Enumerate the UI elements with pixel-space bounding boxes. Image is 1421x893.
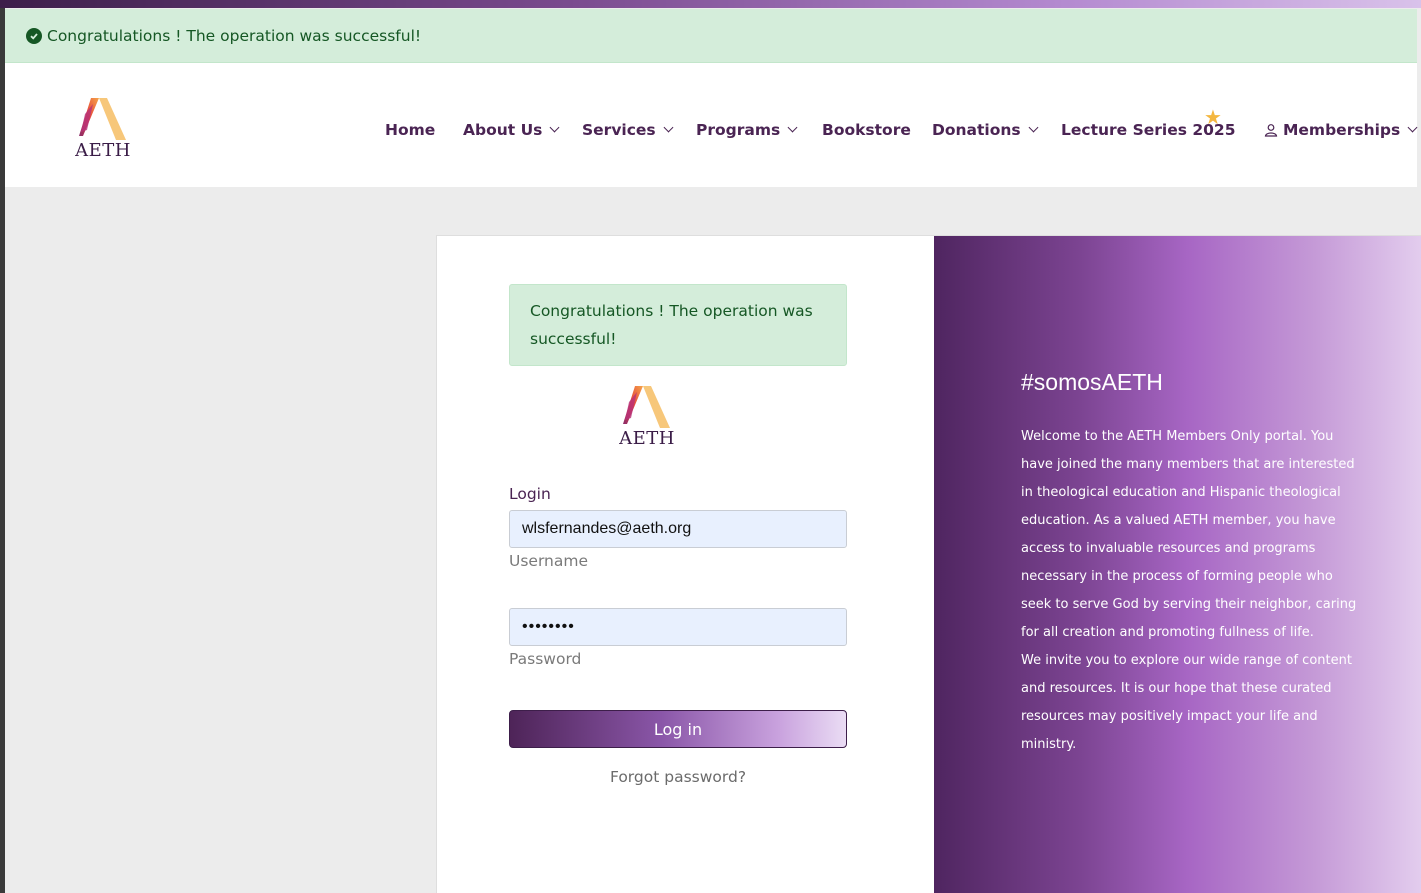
logo-wordmark: AETH [75,140,131,161]
username-input[interactable]: wlsfernandes@aeth.org [509,510,847,548]
chevron-down-icon [1407,122,1418,133]
promo-paragraph-2: We invite you to explore our wide range … [1021,653,1352,752]
star-icon: ★ [1204,105,1222,129]
aeth-logo-mark-icon [623,386,670,428]
promo-pane: #somosAETH Welcome to the AETH Members O… [934,236,1421,893]
chevron-down-icon [787,122,798,133]
nav-donations[interactable]: Donations [932,121,1039,139]
aeth-logo[interactable]: AETH [75,96,135,162]
login-card: Congratulations ! The operation was succ… [436,235,1421,893]
chevron-down-icon [1028,122,1039,133]
username-helper-text: Username [509,552,589,570]
promo-hashtag: #somosAETH [1021,369,1163,395]
nav-home[interactable]: Home [385,121,435,139]
success-alert-banner: Congratulations ! The operation was succ… [5,9,1417,63]
chevron-down-icon [549,122,560,133]
forgot-password-link[interactable]: Forgot password? [509,768,847,786]
login-label: Login [509,485,551,503]
password-input[interactable]: •••••••• [509,608,847,646]
login-button[interactable]: Log in [509,710,847,748]
success-alert-message: Congratulations ! The operation was succ… [47,26,422,45]
form-success-alert: Congratulations ! The operation was succ… [509,284,847,366]
nav-about-us[interactable]: About Us [463,121,560,139]
nav-bookstore[interactable]: Bookstore [822,121,911,139]
nav-memberships[interactable]: Memberships [1264,121,1418,139]
aeth-logo-mark-icon [79,98,126,140]
check-circle-icon [26,27,42,44]
site-header: AETH Home About Us Services Programs Boo… [5,63,1418,187]
top-gradient-strip [0,0,1421,8]
promo-text: Welcome to the AETH Members Only portal.… [1021,423,1357,759]
person-icon [1264,124,1278,137]
login-pane: Congratulations ! The operation was succ… [437,236,934,893]
form-logo: AETH [619,384,679,450]
nav-programs[interactable]: Programs [696,121,798,139]
nav-lecture-series[interactable]: Lecture Series 2025 ★ [1061,105,1235,139]
password-helper-text: Password [509,650,582,668]
promo-paragraph-1: Welcome to the AETH Members Only portal.… [1021,429,1357,640]
form-logo-wordmark: AETH [619,428,675,449]
chevron-down-icon [663,122,674,133]
nav-services[interactable]: Services [582,121,674,139]
